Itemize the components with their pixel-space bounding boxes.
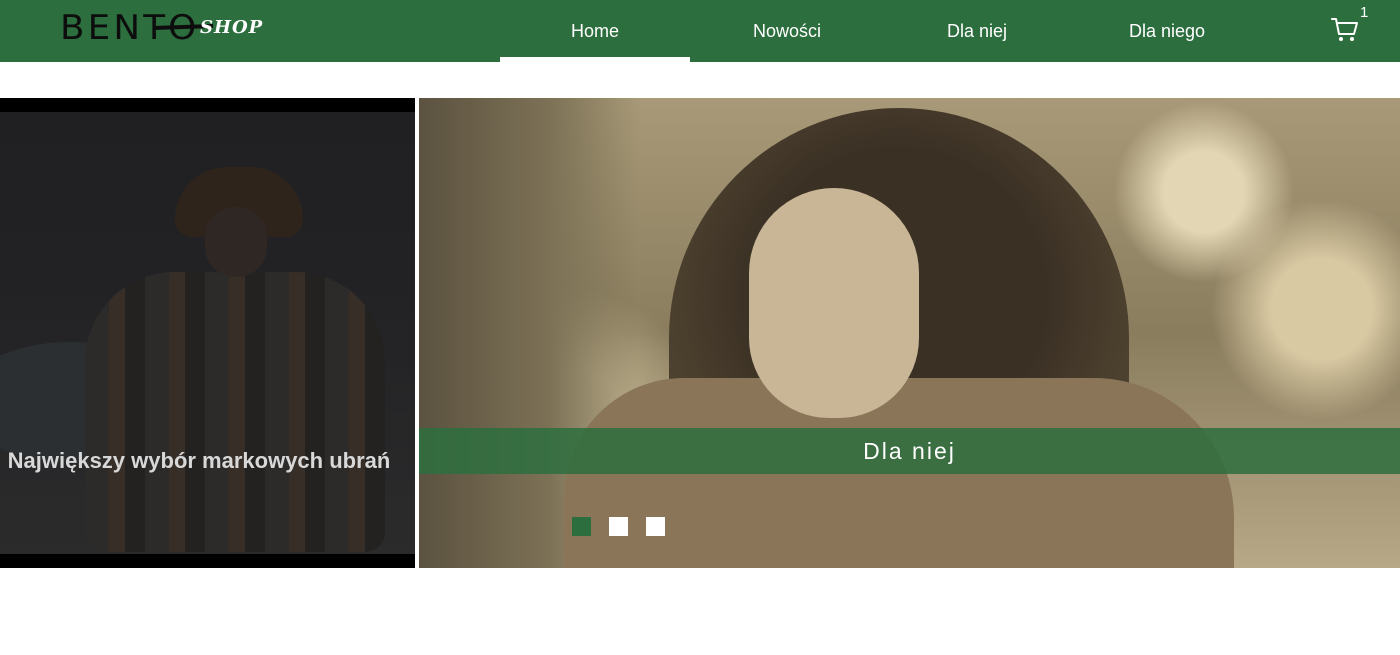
cart-icon-graphic [1331, 18, 1358, 41]
cart-icon[interactable] [1330, 16, 1360, 44]
promo-dark-overlay [0, 112, 415, 554]
nav-dla-niej[interactable]: Dla niej [882, 0, 1072, 62]
nav-nowosci[interactable]: Nowości [692, 0, 882, 62]
nav-home[interactable]: Home [500, 0, 690, 62]
slider-dot-1[interactable] [572, 517, 591, 536]
slider-dot-3[interactable] [646, 517, 665, 536]
slide-caption: Dla niej [863, 437, 956, 464]
hero-slider[interactable]: Dla niej [419, 98, 1400, 568]
top-navbar: BENTO SHOP Home Nowości Dla niej Dla nie… [0, 0, 1400, 62]
slider-pagination [572, 517, 665, 536]
site-logo[interactable]: BENTO SHOP [60, 8, 275, 48]
cart-count-badge: 1 [1360, 4, 1369, 21]
slider-dot-2[interactable] [609, 517, 628, 536]
nav-dla-niego[interactable]: Dla niego [1072, 0, 1262, 62]
promo-panel[interactable]: Największy wybór markowych ubrań [0, 98, 415, 568]
slide-face-shape [749, 188, 919, 418]
logo-subtitle: SHOP [200, 17, 264, 38]
promo-headline: Największy wybór markowych ubrań [7, 448, 391, 473]
slide-caption-banner[interactable]: Dla niej [419, 428, 1400, 474]
